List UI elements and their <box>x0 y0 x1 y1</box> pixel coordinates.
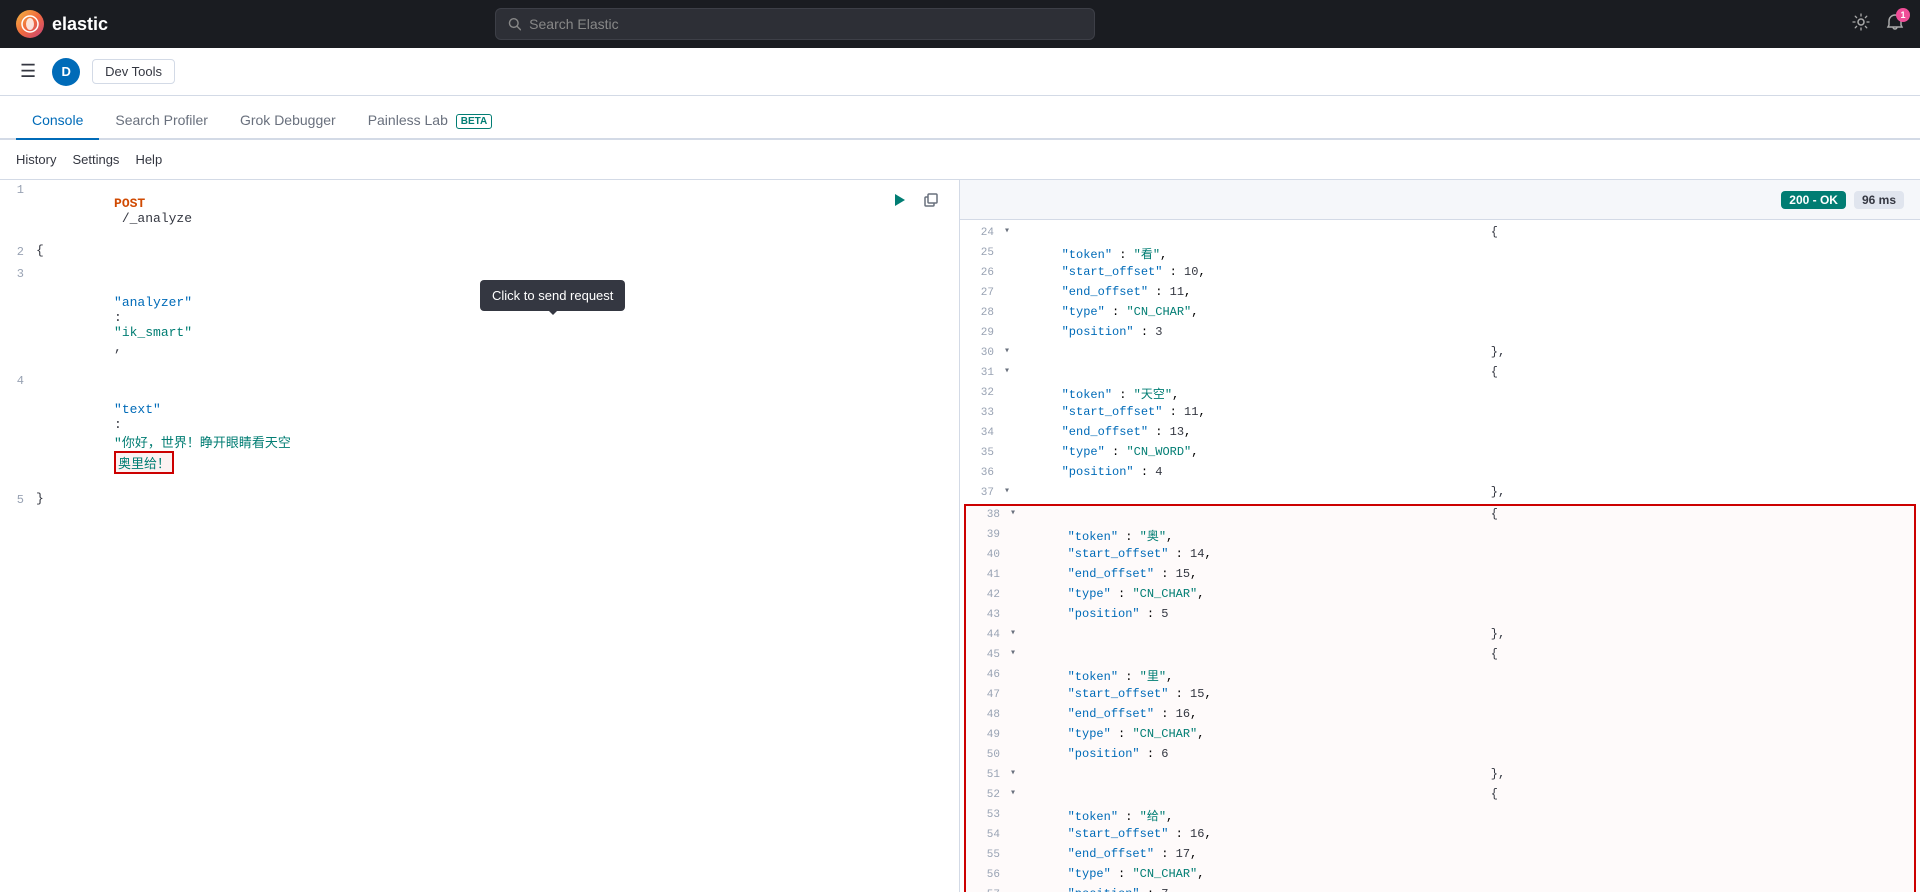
results-content[interactable]: 24 ▾ { 25 "token" : "看", 26 "start_offse… <box>960 220 1920 892</box>
dev-tools-button[interactable]: Dev Tools <box>92 59 175 84</box>
run-area <box>887 188 943 212</box>
line-num-3: 3 <box>0 265 36 281</box>
result-line-49: 49 "type" : "CN_CHAR", <box>966 726 1914 746</box>
result-line-51: 51 ▾ }, <box>966 766 1914 786</box>
result-line-24: 24 ▾ { <box>960 224 1920 244</box>
result-line-53: 53 "token" : "给", <box>966 806 1914 826</box>
search-bar[interactable] <box>495 8 1095 40</box>
line-num-5: 5 <box>0 491 36 507</box>
line-content-1: POST /_analyze <box>36 181 959 241</box>
result-line-55: 55 "end_offset" : 17, <box>966 846 1914 866</box>
beta-badge: BETA <box>456 114 492 129</box>
resize-handle[interactable]: ⋮ <box>955 180 960 892</box>
result-line-54: 54 "start_offset" : 16, <box>966 826 1914 846</box>
result-line-43: 43 "position" : 5 <box>966 606 1914 626</box>
result-line-40: 40 "start_offset" : 14, <box>966 546 1914 566</box>
settings-button[interactable]: Settings <box>72 148 119 171</box>
search-icon <box>508 17 521 31</box>
tooltip-box: Click to send request <box>480 280 625 311</box>
elastic-text: elastic <box>52 14 108 35</box>
line-content-5: } <box>36 491 959 506</box>
tab-grok-debugger[interactable]: Grok Debugger <box>224 102 352 140</box>
result-line-31: 31 ▾ { <box>960 364 1920 384</box>
notifications-icon[interactable]: 1 <box>1886 13 1904 36</box>
hamburger-button[interactable]: ☰ <box>16 57 40 86</box>
tab-bar: Console Search Profiler Grok Debugger Pa… <box>0 96 1920 140</box>
result-line-48: 48 "end_offset" : 16, <box>966 706 1914 726</box>
editor-line-4: 4 "text" : "你好，世界！睁开眼睛看天空 奥里给！ <box>0 371 959 490</box>
sub-navigation: ☰ D Dev Tools <box>0 48 1920 96</box>
result-line-32: 32 "token" : "天空", <box>960 384 1920 404</box>
line-content-2: { <box>36 243 959 258</box>
result-line-35: 35 "type" : "CN_WORD", <box>960 444 1920 464</box>
editor-line-1: 1 POST /_analyze <box>0 180 959 242</box>
result-line-38: 38 ▾ { <box>966 506 1914 526</box>
settings-icon[interactable] <box>1852 13 1870 36</box>
result-line-25: 25 "token" : "看", <box>960 244 1920 264</box>
status-badge: 200 - OK <box>1781 191 1846 209</box>
result-line-26: 26 "start_offset" : 10, <box>960 264 1920 284</box>
copy-curl-button[interactable] <box>919 188 943 212</box>
result-line-41: 41 "end_offset" : 15, <box>966 566 1914 586</box>
tab-search-profiler[interactable]: Search Profiler <box>99 102 224 140</box>
editor-line-2: 2 { <box>0 242 959 264</box>
result-line-57: 57 "position" : 7 <box>966 886 1914 892</box>
result-line-47: 47 "start_offset" : 15, <box>966 686 1914 706</box>
nav-icons: 1 <box>1852 13 1904 36</box>
result-line-46: 46 "token" : "里", <box>966 666 1914 686</box>
tab-painless-lab[interactable]: Painless Lab BETA <box>352 102 509 140</box>
notification-badge: 1 <box>1896 8 1910 22</box>
elastic-logo-icon <box>16 10 44 38</box>
result-line-27: 27 "end_offset" : 11, <box>960 284 1920 304</box>
result-line-29: 29 "position" : 3 <box>960 324 1920 344</box>
results-header: 200 - OK 96 ms <box>960 180 1920 220</box>
line-num-1: 1 <box>0 181 36 197</box>
history-button[interactable]: History <box>16 148 56 171</box>
result-line-42: 42 "type" : "CN_CHAR", <box>966 586 1914 606</box>
result-line-36: 36 "position" : 4 <box>960 464 1920 484</box>
result-line-33: 33 "start_offset" : 11, <box>960 404 1920 424</box>
run-button[interactable] <box>887 188 911 212</box>
result-line-45: 45 ▾ { <box>966 646 1914 666</box>
toolbar: History Settings Help <box>0 140 1920 180</box>
result-line-34: 34 "end_offset" : 13, <box>960 424 1920 444</box>
editor-line-5: 5 } <box>0 490 959 512</box>
results-panel: 200 - OK 96 ms 24 ▾ { 25 "token" : "看", … <box>960 180 1920 892</box>
red-highlight-results: 38 ▾ { 39 "token" : "奥", 40 "start_offse… <box>964 504 1916 892</box>
line-num-2: 2 <box>0 243 36 259</box>
help-button[interactable]: Help <box>135 148 162 171</box>
result-line-50: 50 "position" : 6 <box>966 746 1914 766</box>
result-line-56: 56 "type" : "CN_CHAR", <box>966 866 1914 886</box>
search-input[interactable] <box>529 16 1082 32</box>
highlighted-text: 奥里给！ <box>114 451 174 474</box>
result-line-52: 52 ▾ { <box>966 786 1914 806</box>
result-line-39: 39 "token" : "奥", <box>966 526 1914 546</box>
elastic-logo[interactable]: elastic <box>16 10 108 38</box>
user-avatar[interactable]: D <box>52 58 80 86</box>
time-badge: 96 ms <box>1854 191 1904 209</box>
tooltip-container: Click to send request <box>480 280 625 311</box>
result-line-37: 37 ▾ }, <box>960 484 1920 504</box>
tab-console[interactable]: Console <box>16 102 99 140</box>
result-line-30: 30 ▾ }, <box>960 344 1920 364</box>
result-line-28: 28 "type" : "CN_CHAR", <box>960 304 1920 324</box>
line-num-4: 4 <box>0 372 36 388</box>
main-content: 1 POST /_analyze 2 { 3 "analyzer" : "ik_ <box>0 180 1920 892</box>
result-line-44: 44 ▾ }, <box>966 626 1914 646</box>
top-navigation: elastic 1 <box>0 0 1920 48</box>
editor-panel: 1 POST /_analyze 2 { 3 "analyzer" : "ik_ <box>0 180 960 892</box>
line-content-4: "text" : "你好，世界！睁开眼睛看天空 奥里给！ <box>36 372 959 489</box>
